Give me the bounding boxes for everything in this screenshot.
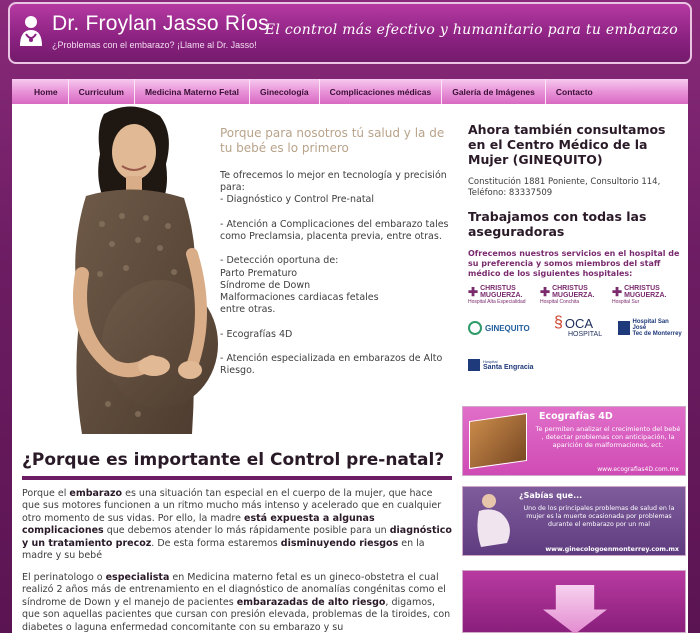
hospital-name: CHRISTUS MUGUERZA.: [552, 285, 595, 299]
hospital-name: Hospital San José: [632, 319, 669, 331]
san-jose-square-icon: [618, 321, 630, 335]
promo-banner[interactable]: [462, 570, 686, 633]
hospital-logo-christus-alta[interactable]: ✚ CHRISTUS MUGUERZA. Hospital Alta Espec…: [468, 285, 536, 305]
doctor-logo-icon[interactable]: [16, 14, 46, 48]
body-text: Porque el: [22, 488, 70, 499]
insurance-heading: Trabajamos con todas las aseguradoras: [468, 209, 647, 239]
services-text: Ofrecemos nuestros servicios en el hospi…: [468, 249, 680, 278]
nav-galeria[interactable]: Galería de Imágenes: [442, 79, 546, 104]
intro-body: Te ofrecemos lo mejor en tecnología y pr…: [220, 170, 449, 377]
banner-text: Uno de los principales problemas de salu…: [523, 505, 675, 528]
intro-block: Porque para nosotros tú salud y la de tu…: [220, 126, 456, 377]
hospital-logo-santa-engracia[interactable]: Hospital Santa Engracia: [468, 359, 548, 371]
nav-contacto[interactable]: Contacto: [546, 79, 603, 104]
ecografias-banner[interactable]: Ecografías 4D Te permiten analizar el cr…: [462, 406, 686, 476]
nav-home[interactable]: Home: [24, 79, 69, 104]
hospital-logo-christus-sur[interactable]: ✚ CHRISTUS MUGUERZA. Hospital Sur: [612, 285, 680, 305]
oca-swirl-icon: §: [554, 314, 563, 331]
main-content: Porque para nosotros tú salud y la de tu…: [12, 104, 688, 633]
christus-cross-icon: ✚: [468, 285, 479, 299]
nav-complicaciones[interactable]: Complicaciones médicas: [320, 79, 443, 104]
ginequito-circle-icon: [468, 321, 482, 335]
site-subtitle: ¿Problemas con el embarazo? ¡Llame al Dr…: [52, 40, 257, 50]
hospital-sub: Hospital Conchita: [540, 299, 580, 305]
hospital-sub: Tec de Monterrey: [632, 331, 682, 337]
banner-title: ¿Sabías que...: [519, 491, 583, 500]
intro-headline: Porque para nosotros tú salud y la de tu…: [220, 126, 445, 155]
hospital-logo-ginequito[interactable]: GINEQUITO: [468, 321, 540, 335]
hospital-sub: HOSPITAL: [568, 331, 603, 338]
hospital-logo-christus-conchita[interactable]: ✚ CHRISTUS MUGUERZA. Hospital Conchita: [540, 285, 608, 305]
pregnant-silhouette-image: [469, 491, 517, 551]
address-text: Constitución 1881 Poniente, Consultorio …: [468, 177, 661, 198]
right-column: Ahora también consultamos en el Centro M…: [468, 122, 682, 385]
site-header: Dr. Froylan Jasso Ríos ¿Problemas con el…: [8, 2, 692, 64]
nav-ginecologia[interactable]: Ginecología: [250, 79, 320, 104]
santa-engracia-square-icon: [468, 359, 480, 371]
emphasis-text: embarazadas de alto riesgo: [236, 596, 386, 608]
section-title: ¿Porque es importante el Control pre-nat…: [22, 450, 452, 480]
banner-url: www.ecografias4D.com.mx: [597, 466, 679, 473]
ginequito-heading: Ahora también consultamos en el Centro M…: [468, 122, 666, 167]
christus-cross-icon: ✚: [612, 285, 623, 299]
header-slogan: El control más efectivo y humanitario pa…: [264, 22, 678, 38]
banner-url: www.ginecologoenmonterrey.com.mx: [545, 546, 679, 553]
christus-cross-icon: ✚: [540, 285, 551, 299]
hospital-name: GINEQUITO: [485, 323, 530, 333]
emphasis-text: disminuyendo riesgos: [280, 537, 399, 549]
paragraph-perinatologo: El perinatologo o especialista en Medici…: [22, 572, 452, 633]
paragraph-embarazo: Porque el embarazo es una situación tan …: [22, 488, 452, 562]
banner-title: Ecografías 4D: [539, 411, 613, 422]
nav-curriculum[interactable]: Curriculum: [69, 79, 135, 104]
hospital-logo-oca[interactable]: § OCA HOSPITAL: [554, 314, 614, 339]
hospital-sub: Hospital Alta Especialidad: [468, 299, 526, 305]
body-text: El perinatologo o: [22, 572, 106, 583]
body-text: que debemos atender lo más rápidamente p…: [103, 525, 390, 537]
pregnant-woman-photo: [42, 104, 222, 454]
hospital-name: CHRISTUS MUGUERZA.: [480, 285, 523, 299]
hospital-logo-san-jose[interactable]: Hospital San José Tec de Monterrey: [618, 319, 682, 337]
emphasis-text: especialista: [105, 572, 170, 583]
body-text: . De esta forma estaremos: [151, 537, 281, 549]
site-title[interactable]: Dr. Froylan Jasso Ríos: [52, 12, 269, 36]
sabias-que-banner[interactable]: ¿Sabías que... Uno de los principales pr…: [462, 486, 686, 556]
hospital-name: Santa Engracia: [483, 364, 534, 371]
emphasis-text: embarazo: [69, 488, 123, 499]
hospital-name: CHRISTUS MUGUERZA.: [624, 285, 667, 299]
main-nav: Home Curriculum Medicina Materno Fetal G…: [12, 79, 688, 104]
nav-medicina-materno-fetal[interactable]: Medicina Materno Fetal: [135, 79, 250, 104]
ultrasound-image: [469, 412, 527, 470]
hospital-logos: ✚ CHRISTUS MUGUERZA. Hospital Alta Espec…: [468, 285, 682, 385]
down-arrow-icon: [543, 585, 607, 633]
hospital-sub: Hospital Sur: [612, 299, 640, 305]
banner-text: Te permiten analizar el crecimiento del …: [535, 425, 681, 449]
hospital-name: OCA: [564, 315, 594, 331]
